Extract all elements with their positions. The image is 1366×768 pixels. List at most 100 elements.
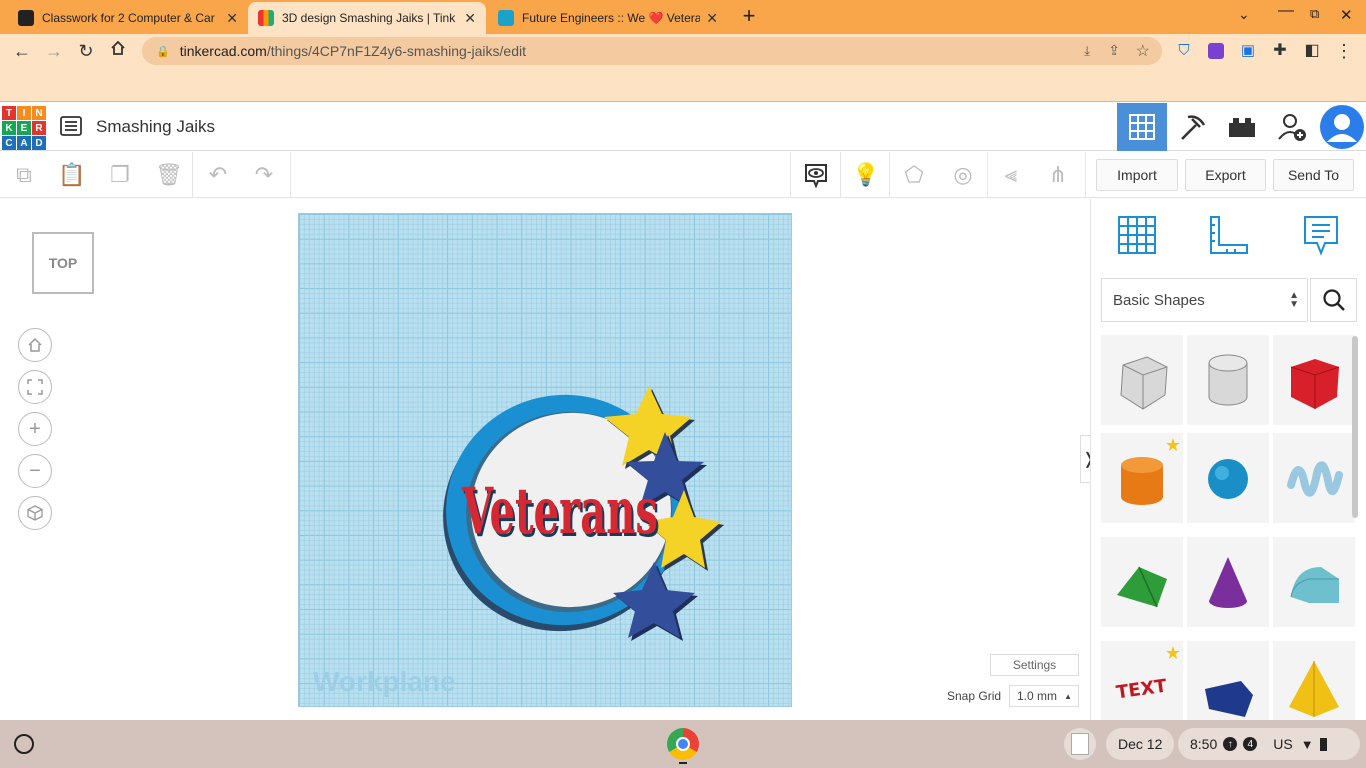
workplane-tool-button[interactable]	[1115, 213, 1159, 259]
logo-letter: E	[17, 121, 31, 135]
settings-button[interactable]: Settings	[990, 654, 1079, 676]
ruler-tool-button[interactable]	[1207, 213, 1251, 259]
shape-box[interactable]	[1273, 335, 1355, 425]
shape-scribble[interactable]	[1273, 433, 1355, 523]
locale-text: US	[1273, 736, 1293, 752]
extension-icon[interactable]	[1204, 39, 1228, 63]
close-icon[interactable]: ✕	[226, 10, 238, 27]
browser-menu-icon[interactable]: ⋮	[1332, 39, 1356, 63]
tinkercad-favicon-icon	[258, 10, 274, 26]
shape-round-roof[interactable]	[1273, 537, 1355, 627]
veterans-design[interactable]: Veterans Veterans	[299, 214, 793, 708]
notes-eye-icon[interactable]	[803, 162, 829, 189]
shape-category-select[interactable]: Basic Shapes ▲ ▼	[1101, 278, 1308, 322]
export-button[interactable]: Export	[1185, 159, 1266, 191]
import-button[interactable]: Import	[1096, 159, 1178, 191]
redo-icon[interactable]: ↷	[251, 162, 277, 188]
close-window-button[interactable]: ✕	[1340, 6, 1353, 24]
address-bar[interactable]: 🔒 tinkercad.com/things/4CP7nF1Z4y6-smash…	[142, 37, 1162, 65]
bricks-view-button[interactable]	[1217, 103, 1267, 151]
design-text[interactable]: Veterans	[461, 474, 658, 549]
install-icon[interactable]: ⤓	[1084, 43, 1090, 59]
lightbulb-icon[interactable]: 💡	[852, 162, 879, 188]
shape-roof[interactable]	[1101, 537, 1183, 627]
side-panel-icon[interactable]: ◧	[1300, 39, 1324, 63]
minimize-button[interactable]: —	[1278, 2, 1294, 20]
ungroup-icon[interactable]: ◎	[950, 162, 976, 188]
bookmark-star-icon[interactable]: ☆	[1136, 41, 1150, 61]
shape-pyramid[interactable]	[1273, 641, 1355, 731]
undo-icon[interactable]: ↶	[205, 162, 231, 188]
shape-cylinder[interactable]: ★	[1101, 433, 1183, 523]
design-title[interactable]: Smashing Jaiks	[96, 117, 215, 137]
tinkercad-logo[interactable]: T I N K E R C A D	[2, 106, 46, 150]
home-button[interactable]	[106, 39, 130, 63]
shape-search-button[interactable]	[1310, 278, 1357, 322]
launcher-icon[interactable]	[14, 734, 34, 754]
mirror-icon[interactable]: ⋔	[1045, 162, 1071, 188]
chevron-updown-icon: ▲ ▼	[1289, 290, 1299, 310]
logo-letter: N	[32, 106, 46, 120]
pyramid-icon	[1289, 661, 1339, 717]
close-icon[interactable]: ✕	[706, 10, 718, 27]
blocks-view-button[interactable]	[1167, 103, 1217, 151]
shape-cylinder-hole[interactable]	[1187, 335, 1269, 425]
snap-grid-value: 1.0 mm	[1017, 689, 1058, 703]
tab-tinkercad[interactable]: 3D design Smashing Jaiks | Tink ✕	[248, 2, 486, 34]
workplane[interactable]: Veterans Veterans Workplane	[298, 213, 792, 707]
forward-button[interactable]: →	[42, 39, 66, 63]
shape-sphere[interactable]	[1187, 433, 1269, 523]
perspective-button[interactable]	[18, 496, 52, 530]
avatar[interactable]	[1317, 103, 1366, 151]
view-cube[interactable]: TOP	[32, 232, 94, 294]
delete-icon[interactable]: 🗑	[155, 162, 183, 188]
box-icon	[1290, 359, 1340, 409]
3d-view-button[interactable]	[1117, 103, 1167, 151]
date-tray[interactable]: Dec 12	[1106, 728, 1175, 760]
snap-grid-select[interactable]: 1.0 mm ▲	[1009, 685, 1079, 707]
shapes-scrollbar[interactable]	[1352, 336, 1358, 518]
fit-view-button[interactable]	[18, 370, 52, 404]
os-taskbar: Dec 12 8:50 ↑ 4 US ▼	[0, 720, 1366, 768]
close-icon[interactable]: ✕	[464, 10, 476, 27]
invite-button[interactable]	[1267, 103, 1317, 151]
paste-icon[interactable]: 📋	[58, 162, 85, 188]
zoom-in-button[interactable]: +	[18, 412, 52, 446]
restore-button[interactable]: ⧉	[1310, 6, 1319, 22]
back-button[interactable]: ←	[10, 39, 34, 63]
logo-letter: K	[2, 121, 16, 135]
shape-cone[interactable]	[1187, 537, 1269, 627]
chrome-icon[interactable]	[667, 728, 699, 760]
caret-up-icon: ▲	[1064, 691, 1072, 701]
design-list-icon[interactable]	[60, 115, 82, 137]
tab-future-engineers[interactable]: Future Engineers :: We ❤️ Vetera ✕	[488, 2, 728, 34]
workspace[interactable]: TOP + − Veterans Veterans Workplane Sett…	[0, 199, 1098, 720]
notes-tool-button[interactable]	[1299, 213, 1343, 259]
shape-text[interactable]: TEXT ★	[1101, 641, 1183, 731]
browser-nav-bar: ← → ↻ 🔒 tinkercad.com/things/4CP7nF1Z4y6…	[0, 34, 1366, 68]
align-icon[interactable]: ⫷	[998, 162, 1024, 188]
active-app-indicator	[679, 762, 687, 764]
extension-reader-icon[interactable]: ▣	[1236, 39, 1260, 63]
home-view-button[interactable]	[18, 328, 52, 362]
share-icon[interactable]: ⇪	[1108, 42, 1120, 59]
reload-button[interactable]: ↻	[74, 39, 98, 63]
divider	[840, 152, 841, 198]
tab-classwork[interactable]: Classwork for 2 Computer & Car ✕	[8, 2, 248, 34]
workplane-grid-icon	[1118, 216, 1156, 254]
zoom-out-button[interactable]: −	[18, 454, 52, 488]
copy-icon[interactable]: ⧉	[11, 162, 37, 188]
holding-space-icon[interactable]	[1064, 728, 1096, 760]
box-hole-icon	[1120, 356, 1168, 410]
new-tab-button[interactable]: +	[737, 4, 761, 28]
duplicate-icon[interactable]: ❐	[107, 162, 133, 188]
extensions-puzzle-icon[interactable]: ✚	[1268, 39, 1292, 63]
shape-wedge[interactable]	[1187, 641, 1269, 731]
note-icon	[1304, 216, 1338, 256]
status-tray[interactable]: 8:50 ↑ 4 US ▼	[1178, 728, 1360, 760]
send-to-button[interactable]: Send To	[1273, 159, 1354, 191]
tab-search-chevron-icon[interactable]: ⌄	[1238, 6, 1250, 23]
group-icon[interactable]: ⬠	[901, 162, 927, 188]
extension-shield-icon[interactable]: ⛉	[1172, 39, 1196, 63]
shape-box-hole[interactable]	[1101, 335, 1183, 425]
